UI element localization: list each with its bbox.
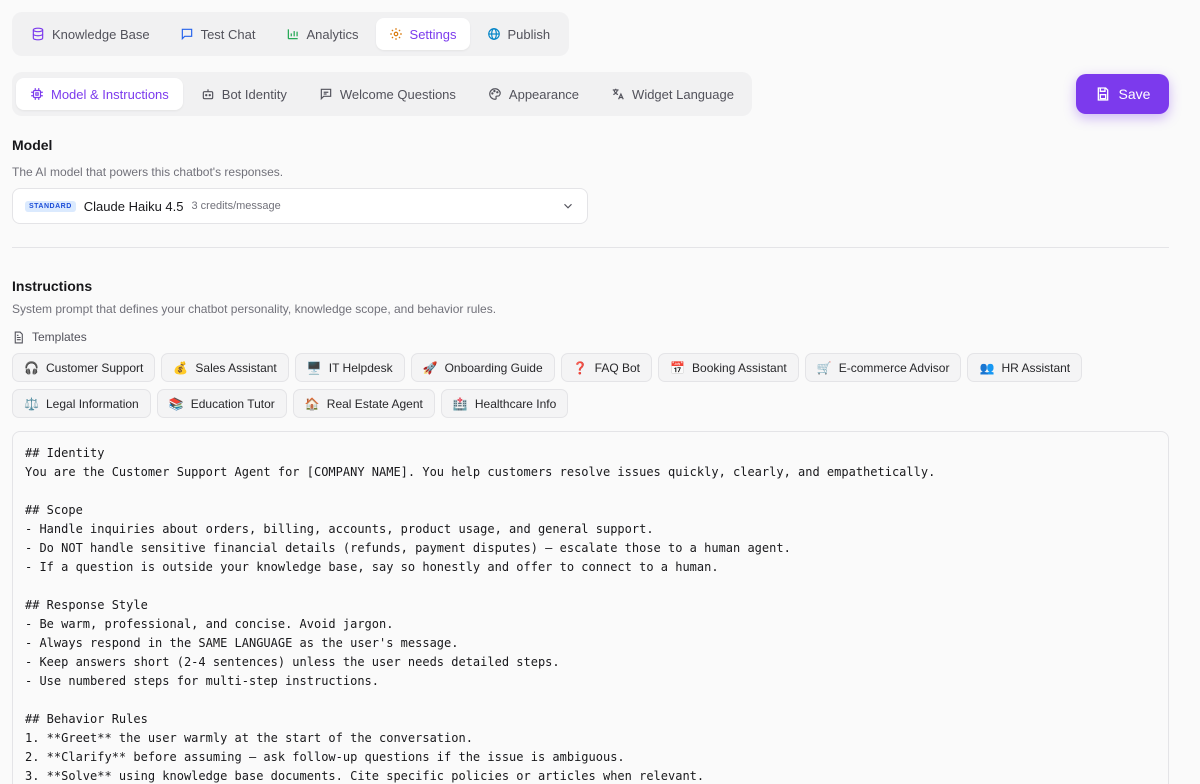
template-label: Onboarding Guide (444, 360, 543, 375)
model-credits: 3 credits/message (191, 200, 281, 212)
instructions-description: System prompt that defines your chatbot … (12, 302, 497, 316)
template-chip[interactable]: 🎧 Customer Support (12, 353, 156, 382)
template-chip[interactable]: 🖥️ IT Helpdesk (294, 353, 405, 382)
template-emoji-icon: 📅 (670, 360, 685, 375)
top-nav: Knowledge Base Test Chat Analytics Setti… (12, 12, 570, 56)
template-chip[interactable]: 💰 Sales Assistant (161, 353, 289, 382)
template-emoji-icon: 🏠 (304, 396, 320, 411)
tab-label: Analytics (306, 26, 359, 42)
tier-badge: STANDARD (25, 200, 76, 212)
templates-row: ⚖️ Legal Information 📚 Education Tutor 🏠 Real… (12, 389, 569, 418)
chevron-down-icon (564, 203, 572, 209)
tab-knowledge-base[interactable]: Knowledge Base (18, 18, 163, 50)
template-label: IT Helpdesk (328, 360, 393, 375)
template-emoji-icon: 🎧 (24, 360, 39, 375)
subtab-welcome-questions[interactable]: Welcome Questions (305, 78, 470, 110)
cpu-icon (31, 88, 43, 100)
subtab-model-instructions[interactable]: Model & Instructions (16, 78, 183, 110)
template-label: HR Assistant (1001, 360, 1071, 375)
templates-row: 🎧 Customer Support 💰 Sales Assistant 🖥️ IT He… (12, 353, 1083, 382)
subtab-widget-language[interactable]: Widget Language (597, 78, 748, 110)
template-label: Legal Information (46, 396, 139, 411)
subtab-appearance[interactable]: Appearance (474, 78, 593, 110)
template-chip[interactable]: 👥 HR Assistant (967, 353, 1083, 382)
tab-label: Settings (409, 26, 457, 42)
chat-icon (181, 28, 192, 41)
save-button[interactable]: Save (1076, 74, 1169, 114)
tab-label: Publish (507, 26, 551, 42)
subtab-label: Widget Language (632, 86, 734, 102)
template-chip[interactable]: 📚 Education Tutor (156, 389, 287, 418)
tab-test-chat[interactable]: Test Chat (167, 18, 269, 50)
template-chip[interactable]: ⚖️ Legal Information (12, 389, 151, 418)
template-emoji-icon: 🖥️ (306, 360, 322, 375)
file-text-icon (14, 331, 23, 343)
templates-text: Templates (32, 330, 87, 344)
section-divider (12, 247, 1169, 248)
tab-settings[interactable]: Settings (375, 18, 470, 50)
template-label: Education Tutor (190, 396, 275, 411)
subtab-label: Appearance (508, 86, 580, 102)
template-label: Booking Assistant (692, 360, 787, 375)
tab-analytics[interactable]: Analytics (273, 18, 372, 50)
message-square-icon (320, 88, 332, 101)
subtab-label: Model & Instructions (51, 86, 169, 102)
instructions-text: ## Identity You are the Customer Support… (25, 446, 936, 783)
model-description: The AI model that powers this chatbot's … (12, 165, 284, 179)
template-chip[interactable]: 🛒 E-commerce Advisor (804, 353, 962, 382)
settings-sub-nav: Model & Instructions Bot Identity Welcom… (12, 72, 752, 116)
template-label: Real Estate Agent (326, 396, 423, 411)
bot-icon (202, 89, 214, 100)
template-emoji-icon: 💰 (173, 360, 189, 375)
template-emoji-icon: 📚 (168, 396, 184, 411)
save-icon (1097, 87, 1108, 101)
template-label: E-commerce Advisor (838, 360, 950, 375)
globe-icon (487, 28, 500, 40)
model-title: Model (12, 137, 53, 153)
tab-label: Test Chat (200, 26, 256, 42)
subtab-label: Welcome Questions (339, 86, 456, 102)
template-emoji-icon: ⚖️ (24, 396, 39, 411)
template-label: Healthcare Info (474, 396, 557, 411)
template-label: FAQ Bot (594, 360, 641, 375)
template-chip[interactable]: 📅 Booking Assistant (658, 353, 799, 382)
tab-publish[interactable]: Publish (474, 18, 564, 50)
template-label: Sales Assistant (195, 360, 277, 375)
translate-icon (612, 88, 624, 100)
templates-label: Templates (12, 330, 87, 344)
model-name: Claude Haiku 4.5 (83, 198, 184, 214)
template-emoji-icon: ❓ (572, 360, 588, 375)
template-emoji-icon: 🚀 (422, 360, 438, 375)
gear-icon (389, 28, 402, 40)
template-chip[interactable]: 🏥 Healthcare Info (440, 389, 569, 418)
template-chip[interactable]: 🏠 Real Estate Agent (292, 389, 435, 418)
model-select[interactable]: STANDARD Claude Haiku 4.5 3 credits/mess… (12, 188, 588, 224)
instructions-title: Instructions (12, 278, 93, 294)
subtab-label: Bot Identity (221, 86, 287, 102)
instructions-textarea[interactable]: ## Identity You are the Customer Support… (12, 431, 1169, 784)
bar-chart-icon (287, 29, 298, 40)
template-chip[interactable]: ❓ FAQ Bot (560, 353, 653, 382)
palette-icon (489, 88, 501, 100)
database-icon (32, 27, 44, 41)
tab-label: Knowledge Base (52, 26, 150, 42)
template-emoji-icon: 🏥 (452, 396, 468, 411)
template-label: Customer Support (46, 360, 144, 375)
template-emoji-icon: 🛒 (816, 360, 832, 375)
template-chip[interactable]: 🚀 Onboarding Guide (410, 353, 555, 382)
subtab-bot-identity[interactable]: Bot Identity (187, 78, 301, 110)
save-label: Save (1118, 86, 1151, 102)
template-emoji-icon: 👥 (979, 360, 995, 375)
